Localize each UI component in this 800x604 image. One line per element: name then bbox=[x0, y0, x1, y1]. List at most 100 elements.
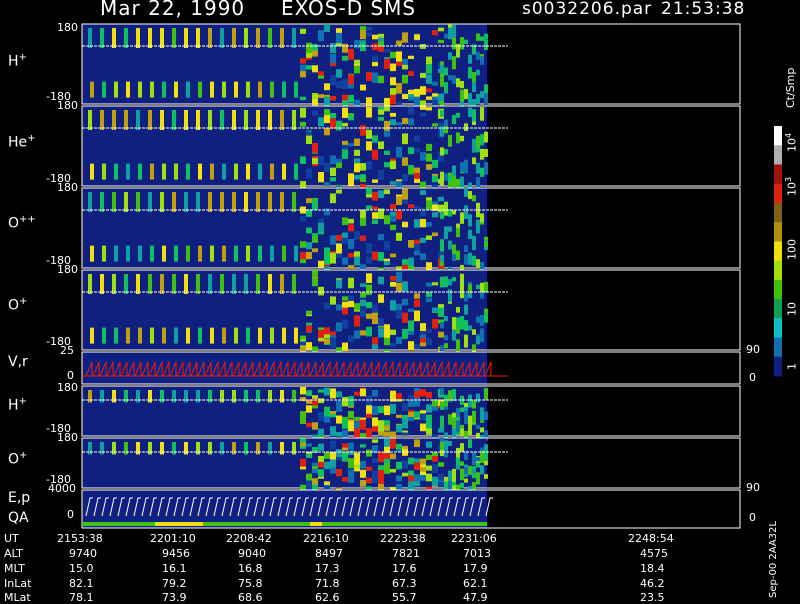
spectrogram-cell bbox=[414, 343, 420, 350]
spectrogram-cell bbox=[420, 73, 426, 78]
spectrogram-cell bbox=[336, 120, 342, 131]
spectrogram-streak bbox=[208, 192, 212, 212]
spectrogram-cell bbox=[300, 96, 306, 101]
spectrogram-cell bbox=[444, 401, 448, 407]
spectrogram-cell bbox=[420, 218, 426, 228]
spectrogram-cell bbox=[348, 143, 354, 147]
spectrogram-cell bbox=[414, 205, 420, 209]
spectrogram-cell bbox=[460, 273, 464, 287]
spectrogram-cell bbox=[360, 307, 366, 317]
spectrogram-cell bbox=[432, 282, 438, 286]
spectrogram-cell bbox=[348, 277, 354, 289]
footer-value-ut: 2216:10 bbox=[303, 532, 349, 545]
spectrogram-cell bbox=[448, 289, 452, 302]
spectrogram-cell bbox=[306, 325, 312, 332]
spectrogram-cell bbox=[330, 96, 336, 101]
spectrogram-streak bbox=[270, 163, 274, 180]
spectrogram-cell bbox=[484, 411, 488, 421]
footer-value-mlat: 62.6 bbox=[315, 591, 340, 604]
spectrogram-streak bbox=[114, 245, 118, 262]
spectrogram-cell bbox=[348, 224, 354, 232]
spectrogram-streak bbox=[280, 442, 284, 455]
spectrogram-streak bbox=[174, 327, 178, 344]
spectrogram-cell bbox=[390, 215, 396, 222]
spectrogram-cell bbox=[438, 304, 444, 308]
spectrogram-cell bbox=[396, 232, 402, 241]
spectrogram-cell bbox=[384, 438, 390, 448]
spectrogram-cell bbox=[378, 451, 384, 463]
spectrogram-cell bbox=[330, 426, 336, 437]
tick-he-top: 180 bbox=[57, 99, 78, 112]
spectrogram-cell bbox=[426, 88, 432, 93]
spectrogram-cell bbox=[366, 72, 372, 81]
spectrogram-cell bbox=[420, 106, 426, 110]
spectrogram-cell bbox=[480, 450, 484, 464]
spectrogram-cell bbox=[440, 401, 444, 406]
spectrogram-cell bbox=[306, 405, 312, 413]
spectrogram-cell bbox=[354, 65, 360, 74]
spectrogram-streak bbox=[172, 390, 176, 403]
spectrogram-cell bbox=[342, 79, 348, 90]
spectrogram-cell bbox=[468, 325, 472, 331]
spectrogram-cell bbox=[438, 481, 444, 487]
spectrogram-cell bbox=[472, 344, 476, 350]
spectrogram-cell bbox=[318, 94, 324, 99]
spectrogram-cell bbox=[468, 229, 472, 240]
spectrogram-cell bbox=[396, 393, 402, 400]
spectrogram-cell bbox=[354, 417, 360, 421]
spectrogram-cell bbox=[342, 122, 348, 127]
spectrogram-streak bbox=[294, 327, 298, 344]
spectrogram-cell bbox=[300, 156, 306, 164]
spectrogram-cell bbox=[360, 216, 366, 226]
spectrogram-cell bbox=[390, 453, 396, 460]
spectrogram-cell bbox=[330, 177, 336, 182]
footer-value-alt: 9456 bbox=[162, 547, 190, 560]
spectrogram-cell bbox=[354, 99, 360, 107]
spectrogram-cell bbox=[426, 473, 432, 482]
spectrogram-streak bbox=[174, 163, 178, 180]
spectrogram-cell bbox=[452, 210, 456, 215]
spectrogram-cell bbox=[390, 403, 396, 414]
spectrogram-cell bbox=[396, 483, 402, 490]
qa-bar-segment bbox=[310, 522, 322, 526]
spectrogram-cell bbox=[318, 389, 324, 393]
spectrogram-cell bbox=[366, 449, 372, 457]
footer-value-mlt: 17.6 bbox=[392, 562, 417, 575]
spectrogram-streak bbox=[292, 442, 296, 455]
spectrogram-cell bbox=[360, 461, 366, 469]
spectrogram-streak bbox=[184, 274, 188, 294]
spectrogram-cell bbox=[336, 158, 342, 163]
spectrogram-cell bbox=[476, 457, 480, 462]
colorbar-label-100: 100 bbox=[785, 239, 799, 260]
spectrogram-cell bbox=[452, 277, 456, 282]
spectrogram-cell bbox=[372, 135, 378, 142]
spectrogram-cell bbox=[306, 65, 312, 70]
spectrogram-streak bbox=[292, 192, 296, 212]
spectrogram-cell bbox=[468, 182, 472, 188]
spectrogram-cell bbox=[440, 415, 444, 429]
footer-row-label-alt: ALT bbox=[4, 547, 23, 560]
spectrogram-cell bbox=[472, 138, 476, 153]
spectrogram-cell bbox=[306, 453, 312, 459]
spectrogram-cell bbox=[312, 157, 318, 165]
spectrogram-cell bbox=[372, 337, 378, 345]
spectrogram-cell bbox=[444, 173, 448, 181]
spectrogram-cell bbox=[464, 304, 468, 315]
spectrogram-cell bbox=[402, 403, 408, 412]
spectrogram-cell bbox=[390, 281, 396, 287]
footer-value-alt: 7821 bbox=[392, 547, 420, 560]
spectrogram-cell bbox=[342, 140, 348, 145]
spectrogram-streak bbox=[232, 110, 236, 130]
spectrogram-cell bbox=[484, 93, 488, 105]
footer-value-ut: 2223:38 bbox=[380, 532, 426, 545]
spectrogram-cell bbox=[448, 27, 452, 40]
spectrogram-streak bbox=[294, 245, 298, 262]
spectrogram-cell bbox=[444, 125, 448, 134]
spectrogram-cell bbox=[426, 428, 432, 435]
spectrogram-cell bbox=[476, 259, 480, 269]
footer-value-mlat: 23.5 bbox=[640, 591, 665, 604]
spectrogram-cell bbox=[438, 204, 444, 213]
spectrogram-cell bbox=[468, 67, 472, 79]
spectrogram-streak bbox=[258, 245, 262, 262]
spectrogram-cell bbox=[426, 391, 432, 399]
